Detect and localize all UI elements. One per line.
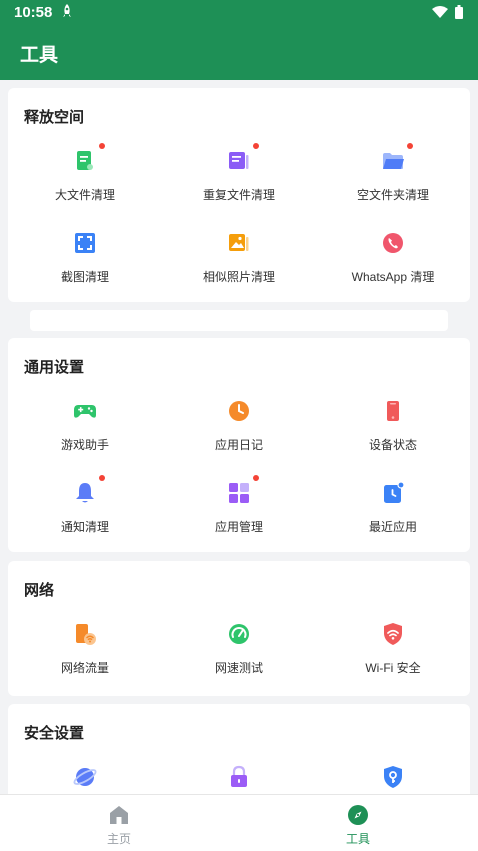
nav-tools-label: 工具	[345, 832, 370, 846]
tool-label: 截图清理	[60, 270, 109, 284]
tool-similar-photo-clean[interactable]: 相似照片清理	[162, 220, 316, 302]
tool-empty-folder-clean[interactable]: 空文件夹清理	[316, 138, 470, 220]
bottom-nav: 主页 工具	[0, 794, 478, 851]
nav-home[interactable]: 主页	[39, 795, 199, 851]
tool-label: 应用日记	[214, 438, 263, 452]
section-security-settings: 安全设置	[8, 704, 470, 794]
section-title: 网络	[24, 582, 55, 599]
tool-wifi-security[interactable]: Wi-Fi 安全	[316, 611, 470, 693]
speedometer-icon	[226, 621, 252, 647]
nav-home-label: 主页	[106, 832, 131, 846]
badge-dot	[407, 143, 413, 149]
section-network: 网络 网络流量 网速测试 Wi-Fi 安全	[8, 561, 470, 696]
app-grid-icon	[226, 475, 259, 506]
page-title: 工具	[20, 45, 59, 66]
data-usage-icon	[72, 621, 98, 647]
tool-app-management[interactable]: 应用管理	[162, 470, 316, 552]
tool-grid: 网络流量 网速测试 Wi-Fi 安全	[8, 611, 470, 693]
nav-tools[interactable]: 工具	[278, 795, 438, 851]
phone-icon	[380, 398, 406, 424]
tool-label: 设备状态	[368, 438, 417, 452]
tool-label: 网络流量	[60, 661, 109, 675]
home-icon	[108, 804, 130, 826]
planet-icon	[72, 764, 98, 790]
tool-grid: 大文件清理 重复文件清理 空文件夹清理 截图清理 相似照片清理 WhatsApp…	[8, 138, 470, 302]
rocket-icon	[63, 4, 71, 17]
tool-label: 空文件夹清理	[356, 188, 429, 202]
tool-label: 游戏助手	[60, 438, 109, 452]
tool-label: 最近应用	[368, 520, 417, 534]
shield-key-icon	[380, 764, 406, 790]
tool-label: Wi-Fi 安全	[365, 661, 421, 675]
tool-label: 应用管理	[214, 520, 263, 534]
tool-grid: 游戏助手 应用日记 设备状态 通知清理 应用管理 最近应用	[8, 388, 470, 552]
tool-label: 重复文件清理	[202, 188, 275, 202]
status-bar: 10:58	[0, 0, 478, 25]
app-bar: 工具	[0, 25, 478, 80]
tool-data-usage[interactable]: 网络流量	[8, 611, 162, 693]
tools-list[interactable]: 释放空间 大文件清理 重复文件清理 空文件夹清理 截图清理 相似照片清理 Wha…	[0, 80, 478, 794]
tool-label: 大文件清理	[54, 188, 115, 202]
badge-dot	[253, 143, 259, 149]
ad-placeholder	[30, 310, 448, 331]
tool-recent-apps[interactable]: 最近应用	[316, 470, 470, 552]
similar-photo-icon	[226, 230, 252, 256]
tool-label: 网速测试	[214, 661, 263, 675]
tool-device-status[interactable]: 设备状态	[316, 388, 470, 470]
tool-app-diary[interactable]: 应用日记	[162, 388, 316, 470]
tool-label: 相似照片清理	[202, 270, 275, 284]
duplicate-file-icon	[226, 143, 259, 174]
tool-label: WhatsApp 清理	[351, 270, 435, 284]
tool-grid	[8, 754, 470, 794]
whatsapp-icon	[380, 230, 406, 256]
tool-large-file-clean[interactable]: 大文件清理	[8, 138, 162, 220]
tool-whatsapp-clean[interactable]: WhatsApp 清理	[316, 220, 470, 302]
tool-security-2[interactable]	[162, 754, 316, 794]
section-title: 通用设置	[24, 359, 85, 376]
wifi-shield-icon	[380, 621, 406, 647]
tool-duplicate-file-clean[interactable]: 重复文件清理	[162, 138, 316, 220]
section-title: 安全设置	[24, 725, 85, 742]
lock-icon	[226, 764, 252, 790]
badge-dot	[99, 143, 105, 149]
empty-folder-icon	[380, 143, 413, 174]
battery-icon	[455, 5, 463, 19]
section-general-settings: 通用设置 游戏助手 应用日记 设备状态 通知清理 应用管理 最近应用	[8, 338, 470, 552]
tool-screenshot-clean[interactable]: 截图清理	[8, 220, 162, 302]
screenshot-icon	[72, 230, 98, 256]
bell-icon	[72, 475, 105, 506]
section-title: 释放空间	[24, 109, 85, 126]
section-free-space: 释放空间 大文件清理 重复文件清理 空文件夹清理 截图清理 相似照片清理 Wha…	[8, 88, 470, 302]
large-file-icon	[72, 143, 105, 174]
status-time: 10:58	[14, 4, 53, 21]
tool-notification-clean[interactable]: 通知清理	[8, 470, 162, 552]
gamepad-icon	[72, 398, 98, 424]
compass-icon	[347, 804, 369, 826]
tool-security-1[interactable]	[8, 754, 162, 794]
recent-app-icon	[380, 480, 406, 506]
badge-dot	[253, 475, 259, 481]
tool-speed-test[interactable]: 网速测试	[162, 611, 316, 693]
badge-dot	[99, 475, 105, 481]
tool-security-3[interactable]	[316, 754, 470, 794]
tool-game-assistant[interactable]: 游戏助手	[8, 388, 162, 470]
wifi-icon	[432, 6, 448, 18]
clock-icon	[226, 398, 252, 424]
tool-label: 通知清理	[60, 520, 109, 534]
